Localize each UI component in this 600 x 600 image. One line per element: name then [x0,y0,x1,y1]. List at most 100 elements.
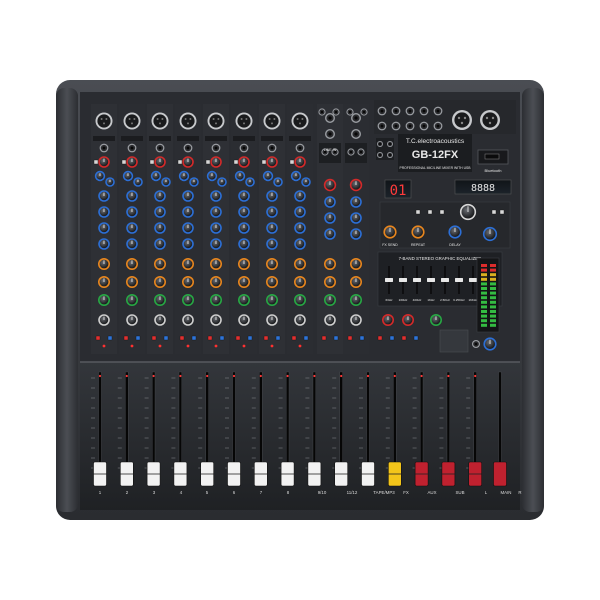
eq-mid-knob[interactable] [154,206,166,218]
hpf-button[interactable] [93,159,99,165]
repeat-knob[interactable] [411,225,425,239]
mute-button[interactable] [321,335,327,341]
pfl-button[interactable] [135,335,141,341]
eq-low-knob[interactable] [350,228,362,240]
fx-knob[interactable] [126,276,138,288]
aux-knob[interactable] [266,258,278,270]
eq-freq-knob[interactable] [98,222,110,234]
insert-jack[interactable] [318,108,326,116]
output-jack[interactable] [377,121,387,131]
pfl-button[interactable] [107,335,113,341]
eq-high-knob[interactable] [238,190,250,202]
master-button[interactable] [389,335,395,341]
comp-knob[interactable] [161,177,171,187]
mute-button[interactable] [347,335,353,341]
eq-freq-knob[interactable] [266,222,278,234]
output-jack[interactable] [391,106,401,116]
balance-knob[interactable] [350,294,362,306]
eq-high-knob[interactable] [154,190,166,202]
rca-jack[interactable] [377,152,383,158]
aux-knob[interactable] [350,258,362,270]
mute-button[interactable] [235,335,241,341]
eq-high-knob[interactable] [210,190,222,202]
output-jack[interactable] [433,121,443,131]
main-out-xlr-jack[interactable] [480,110,500,130]
comp-knob[interactable] [273,177,283,187]
eq-low-knob[interactable] [294,238,306,250]
eq-low-knob[interactable] [182,238,194,250]
eq-high-knob[interactable] [294,190,306,202]
phones-jack[interactable] [472,340,480,348]
level-knob[interactable] [294,314,306,326]
hpf-button[interactable] [149,159,155,165]
comp-knob[interactable] [234,170,246,182]
gain-knob[interactable] [266,156,278,168]
eq-low-knob[interactable] [126,238,138,250]
output-jack[interactable] [391,121,401,131]
eq-freq-knob[interactable] [154,222,166,234]
hpf-button[interactable] [289,159,295,165]
comp-knob[interactable] [206,170,218,182]
fx-master-knob[interactable] [402,314,414,326]
eq-mid-knob[interactable] [350,212,362,224]
eq-mid-knob[interactable] [238,206,250,218]
program-knob[interactable] [459,203,477,221]
comp-knob[interactable] [301,177,311,187]
fader-cap[interactable] [493,461,507,487]
comp-knob[interactable] [262,170,274,182]
pfl-button[interactable] [219,335,225,341]
fx-knob[interactable] [98,276,110,288]
usb-button[interactable] [415,209,421,215]
aux-knob[interactable] [98,258,110,270]
eq-low-knob[interactable] [210,238,222,250]
eq-slider-fader[interactable] [413,278,421,282]
master-button[interactable] [401,335,407,341]
fx-return-knob[interactable] [482,226,498,242]
output-jack[interactable] [433,106,443,116]
hpf-button[interactable] [177,159,183,165]
pfl-button[interactable] [303,335,309,341]
aux-knob[interactable] [238,258,250,270]
rca-jack[interactable] [377,141,383,147]
eq-high-knob[interactable] [126,190,138,202]
master-button[interactable] [377,335,383,341]
gain-knob[interactable] [154,156,166,168]
fx-knob[interactable] [324,276,336,288]
eq-freq-knob[interactable] [210,222,222,234]
xlr-jack[interactable] [95,112,113,130]
eq-freq-knob[interactable] [294,222,306,234]
hpf-button[interactable] [121,159,127,165]
xlr-jack[interactable] [263,112,281,130]
output-jack[interactable] [405,121,415,131]
pan-knob[interactable] [238,294,250,306]
eq-low-knob[interactable] [154,238,166,250]
rca-jack[interactable] [387,152,393,158]
mute-button[interactable] [207,335,213,341]
eq-mid-knob[interactable] [182,206,194,218]
line-jack[interactable] [183,143,193,153]
output-jack[interactable] [419,106,429,116]
aux-knob[interactable] [210,258,222,270]
pan-knob[interactable] [126,294,138,306]
rca-jack[interactable] [347,148,355,156]
mute-button[interactable] [95,335,101,341]
phones-knob[interactable] [430,314,442,326]
mute-button[interactable] [291,335,297,341]
pan-knob[interactable] [154,294,166,306]
gain-knob[interactable] [323,178,337,192]
rca-jack[interactable] [357,148,365,156]
line-jack[interactable] [155,143,165,153]
line-jack[interactable] [211,143,221,153]
insert-jack[interactable] [360,108,368,116]
eq-freq-knob[interactable] [238,222,250,234]
gain-knob[interactable] [98,156,110,168]
xlr-jack[interactable] [123,112,141,130]
comp-knob[interactable] [217,177,227,187]
level-knob[interactable] [238,314,250,326]
insert-jack[interactable] [346,108,354,116]
level-knob[interactable] [350,314,362,326]
main-out-xlr-jack[interactable] [452,110,472,130]
line-jack[interactable] [239,143,249,153]
pfl-button[interactable] [333,335,339,341]
fx-knob[interactable] [210,276,222,288]
